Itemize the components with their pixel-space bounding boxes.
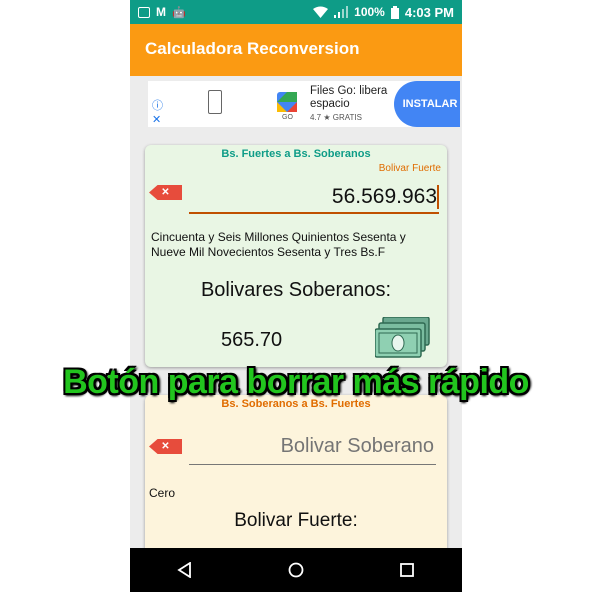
card-title: Bs. Fuertes a Bs. Soberanos (221, 148, 371, 160)
result-value: 565.70 (221, 329, 283, 351)
files-go-logo-icon (277, 92, 297, 112)
clear-button[interactable]: ✕ (149, 439, 182, 454)
install-button[interactable]: INSTALAR (394, 81, 460, 127)
result-label: Bolivar Fuerte: (234, 510, 358, 531)
result-label: Bolivares Soberanos: (200, 279, 392, 301)
navigation-bar (130, 548, 462, 592)
unit-label: Bolivar Fuerte (378, 163, 441, 174)
home-icon (288, 562, 304, 578)
phone-screen: M 🤖 100% 4:03 PM Calculadora Reconversio… (130, 0, 462, 592)
ad-banner[interactable]: ⓘ ✕ GO Files Go: libera espacio 4.7 ★ GR… (148, 81, 460, 127)
home-button[interactable] (276, 550, 316, 590)
bolivar-fuerte-input[interactable] (189, 181, 439, 214)
app-bar: Calculadora Reconversion (130, 24, 462, 76)
app-title: Calculadora Reconversion (145, 39, 360, 58)
ad-title: Files Go: libera espacio (310, 85, 388, 110)
amount-in-words: Cero (149, 486, 176, 500)
ad-choices[interactable]: ⓘ ✕ (152, 99, 163, 127)
ad-rating: 4.7 ★ GRATIS (310, 113, 362, 122)
text-caret (437, 185, 439, 209)
wifi-icon (313, 6, 329, 18)
recents-icon (399, 563, 414, 577)
amount-in-words: Cincuenta y Seis Millones Quinientos Ses… (151, 230, 406, 259)
card-fuertes-to-soberanos: Bs. Fuertes a Bs. Soberanos Bolivar Fuer… (145, 145, 447, 367)
info-icon[interactable]: ⓘ (152, 99, 163, 113)
close-ad-icon[interactable]: ✕ (152, 113, 163, 127)
battery-level: 100% (354, 5, 385, 19)
card-soberanos-to-fuertes: Bs. Soberanos a Bs. Fuertes ✕ Cero Boliv… (145, 395, 447, 555)
clear-button[interactable]: ✕ (149, 185, 182, 200)
image-icon (138, 6, 150, 18)
status-bar: M 🤖 100% 4:03 PM (130, 0, 462, 24)
overlay-caption: Botón para borrar más rápido (63, 363, 529, 401)
phone-icon (208, 90, 222, 114)
gmail-icon: M (156, 5, 166, 19)
signal-icon (334, 6, 349, 18)
back-button[interactable] (165, 550, 205, 590)
ad-brand: GO (282, 114, 293, 121)
money-icon (375, 317, 430, 358)
battery-icon (390, 5, 399, 19)
android-icon: 🤖 (172, 6, 186, 19)
recents-button[interactable] (387, 550, 427, 590)
clock: 4:03 PM (404, 4, 454, 20)
back-icon (177, 562, 192, 578)
bolivar-soberano-input[interactable] (189, 429, 436, 465)
